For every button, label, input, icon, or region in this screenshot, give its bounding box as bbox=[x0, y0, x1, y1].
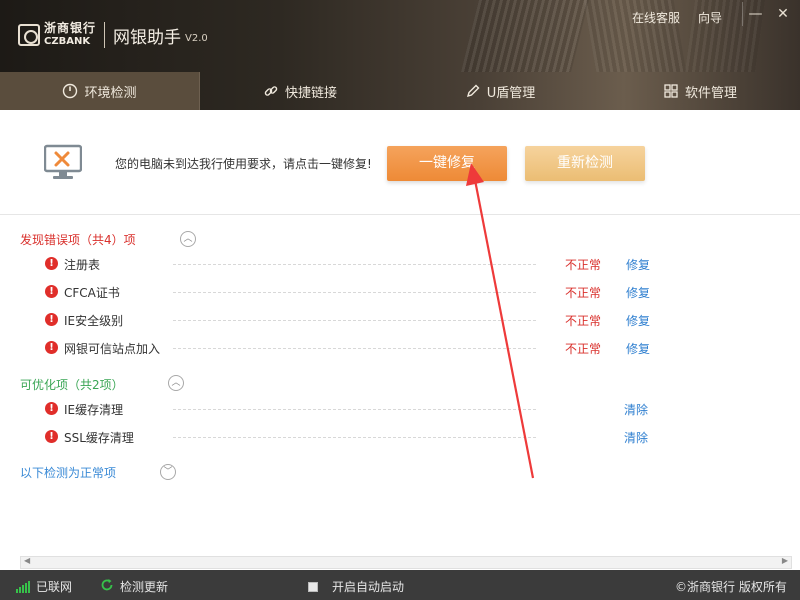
table-row: ! CFCA证书 不正常 修复 bbox=[0, 282, 800, 302]
error-icon: ! bbox=[45, 285, 58, 298]
bank-name-cn: 浙商银行 bbox=[44, 21, 97, 35]
pen-icon bbox=[465, 83, 481, 99]
check-result-message: 您的电脑未到达我行使用要求，请点击一键修复! bbox=[115, 157, 372, 171]
error-icon: ! bbox=[45, 430, 58, 443]
tab-label: 环境检测 bbox=[84, 85, 137, 101]
close-button[interactable]: ✕ bbox=[770, 2, 796, 26]
autostart-label: 开启自动启动 bbox=[332, 580, 405, 594]
collapse-optimizable-toggle[interactable]: ︿ bbox=[168, 375, 184, 391]
check-item-name: SSL缓存清理 bbox=[64, 431, 134, 445]
one-click-fix-button[interactable]: 一键修复 bbox=[387, 146, 507, 181]
network-status-label: 已联网 bbox=[36, 580, 73, 594]
tab-label: 软件管理 bbox=[684, 85, 737, 101]
copyright: ©浙商银行 版权所有 bbox=[675, 580, 787, 594]
status-bar: 已联网 检测更新 开启自动启动 ©浙商银行 版权所有 bbox=[0, 570, 800, 600]
status-text: 不正常 bbox=[565, 258, 602, 272]
refresh-icon bbox=[100, 578, 114, 595]
guide-link[interactable]: 向导 bbox=[698, 9, 722, 26]
clear-link[interactable]: 清除 bbox=[624, 401, 648, 418]
bank-name-en: CZBANK bbox=[44, 36, 91, 47]
optimizable-section-title: 可优化项（共2项） bbox=[20, 378, 124, 392]
table-row: ! 注册表 不正常 修复 bbox=[0, 254, 800, 274]
check-item-name: CFCA证书 bbox=[64, 286, 120, 300]
logo-divider bbox=[104, 22, 106, 48]
check-item-name: IE安全级别 bbox=[64, 314, 124, 328]
recheck-button[interactable]: 重新检测 bbox=[525, 146, 645, 181]
table-row: ! IE安全级别 不正常 修复 bbox=[0, 310, 800, 330]
check-item-name: 网银可信站点加入 bbox=[64, 342, 161, 356]
header-background-building bbox=[461, 0, 589, 72]
signal-icon bbox=[16, 580, 30, 593]
error-icon: ! bbox=[45, 402, 58, 415]
row-divider bbox=[173, 437, 536, 438]
check-item-name: IE缓存清理 bbox=[64, 403, 124, 417]
check-summary-panel: 您的电脑未到达我行使用要求，请点击一键修复! 一键修复 重新检测 bbox=[0, 110, 800, 215]
repair-link[interactable]: 修复 bbox=[626, 256, 650, 273]
check-update-label: 检测更新 bbox=[120, 580, 169, 594]
link-icon bbox=[263, 83, 279, 99]
tab-quick-links[interactable]: 快捷链接 bbox=[200, 72, 400, 110]
error-icon: ! bbox=[45, 313, 58, 326]
table-row: ! 网银可信站点加入 不正常 修复 bbox=[0, 338, 800, 358]
check-update-button[interactable]: 检测更新 bbox=[100, 578, 168, 595]
error-section-title: 发现错误项（共4）项 bbox=[20, 233, 136, 247]
error-icon: ! bbox=[45, 341, 58, 354]
autostart-checkbox[interactable] bbox=[308, 581, 318, 592]
check-item-name: 注册表 bbox=[64, 258, 101, 272]
gauge-icon bbox=[62, 83, 78, 99]
scroll-left-icon[interactable]: ◀ bbox=[24, 556, 30, 565]
tab-software-management[interactable]: 软件管理 bbox=[600, 72, 800, 110]
monitor-tools-icon bbox=[43, 144, 83, 182]
normal-section-title: 以下检测为正常项 bbox=[20, 466, 117, 480]
app-title: 网银助手 bbox=[113, 27, 182, 48]
app-header: 浙商银行 CZBANK 网银助手 V2.0 在线客服 向导 — ✕ 环境检测 快… bbox=[0, 0, 800, 110]
tab-ukey-management[interactable]: U盾管理 bbox=[400, 72, 600, 110]
error-icon: ! bbox=[45, 257, 58, 270]
row-divider bbox=[173, 409, 536, 410]
row-divider bbox=[173, 264, 536, 265]
tab-environment-check[interactable]: 环境检测 bbox=[0, 72, 200, 110]
repair-link[interactable]: 修复 bbox=[626, 312, 650, 329]
status-text: 不正常 bbox=[565, 286, 602, 300]
row-divider bbox=[173, 348, 536, 349]
minimize-button[interactable]: — bbox=[742, 2, 768, 26]
scroll-right-icon[interactable]: ▶ bbox=[782, 556, 788, 565]
row-divider bbox=[173, 292, 536, 293]
repair-link[interactable]: 修复 bbox=[626, 340, 650, 357]
row-divider bbox=[173, 320, 536, 321]
repair-link[interactable]: 修复 bbox=[626, 284, 650, 301]
table-row: ! IE缓存清理 清除 bbox=[0, 399, 800, 419]
clear-link[interactable]: 清除 bbox=[624, 429, 648, 446]
tab-label: U盾管理 bbox=[486, 85, 536, 101]
collapse-errors-toggle[interactable]: ︿ bbox=[180, 231, 196, 247]
app-version: V2.0 bbox=[185, 32, 208, 44]
main-tabs: 环境检测 快捷链接 U盾管理 软件管理 bbox=[0, 72, 800, 110]
horizontal-scrollbar[interactable]: ◀ ▶ bbox=[20, 556, 792, 569]
table-row: ! SSL缓存清理 清除 bbox=[0, 427, 800, 447]
online-service-link[interactable]: 在线客服 bbox=[632, 9, 680, 26]
grid-icon bbox=[663, 83, 679, 99]
network-status: 已联网 bbox=[16, 578, 72, 595]
top-links: 在线客服 向导 bbox=[632, 9, 722, 26]
autostart-option[interactable]: 开启自动启动 bbox=[308, 578, 404, 595]
status-text: 不正常 bbox=[565, 314, 602, 328]
bank-logo-icon bbox=[18, 24, 40, 46]
tab-label: 快捷链接 bbox=[284, 85, 337, 101]
status-text: 不正常 bbox=[565, 342, 602, 356]
bank-logo: 浙商银行 CZBANK 网银助手 V2.0 bbox=[18, 22, 208, 48]
check-results-list: 发现错误项（共4）项 ︿ ! 注册表 不正常 修复 ! CFCA证书 不正常 修… bbox=[0, 216, 800, 556]
expand-normal-toggle[interactable]: ﹀ bbox=[160, 464, 176, 480]
